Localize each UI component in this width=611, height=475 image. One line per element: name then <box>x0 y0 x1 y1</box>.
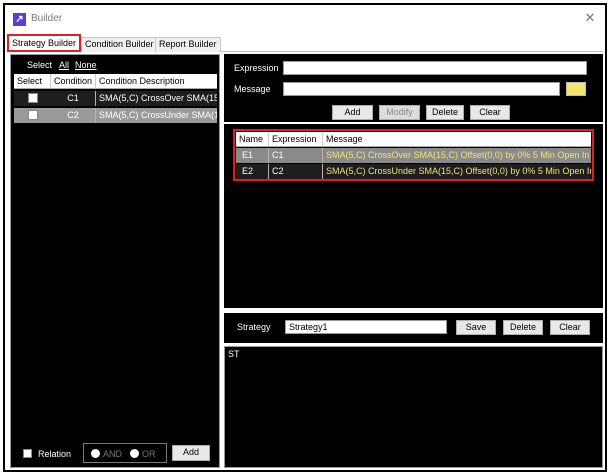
app-logo-icon: ↗ <box>13 13 26 26</box>
condition-description-cell: SMA(5,C) CrossUnder SMA(1... <box>99 110 217 120</box>
table-row[interactable]: C1 SMA(5,C) CrossOver SMA(15... <box>14 91 217 106</box>
relation-checkbox[interactable] <box>23 449 32 458</box>
title-bar: ↗ Builder ✕ <box>5 5 605 32</box>
conditions-panel: Select All None Select Condition Conditi… <box>10 54 220 468</box>
row-checkbox[interactable] <box>28 93 38 103</box>
conditions-grid-header: Select Condition Condition Description <box>14 74 217 89</box>
condition-cell: C1 <box>51 91 96 106</box>
table-row[interactable]: C2 SMA(5,C) CrossUnder SMA(1... <box>14 108 217 123</box>
select-label: Select <box>27 60 53 70</box>
expression-form: Expression Message Add Modify Delete Cle… <box>224 54 603 122</box>
strategy-output-text: ST <box>228 349 240 359</box>
column-header-select[interactable]: Select <box>14 74 51 89</box>
and-label: AND <box>103 449 123 459</box>
strategy-output-area[interactable]: ST <box>224 346 603 468</box>
delete-expression-button[interactable]: Delete <box>426 105 464 120</box>
message-color-swatch[interactable] <box>566 82 586 96</box>
tab-condition-builder[interactable]: Condition Builder <box>81 37 158 52</box>
expressions-grid: Name Expression Message E1 C1 SMA(5,C) C… <box>224 124 603 308</box>
message-label: Message <box>234 84 271 94</box>
row-checkbox[interactable] <box>28 110 38 120</box>
strategy-panel: Expression Message Add Modify Delete Cle… <box>224 54 603 468</box>
window-title: Builder <box>31 13 63 24</box>
builder-window: ↗ Builder ✕ Condition Builder Report Bui… <box>3 3 607 472</box>
expression-input[interactable] <box>283 61 587 75</box>
add-expression-button[interactable]: Add <box>332 105 373 120</box>
add-relation-button[interactable]: Add <box>172 445 210 461</box>
tab-strategy-builder[interactable]: Strategy Builder <box>7 34 82 52</box>
relation-radio-group: AND OR <box>83 443 167 463</box>
and-radio[interactable] <box>91 449 100 458</box>
select-all-link[interactable]: All <box>59 60 69 70</box>
expressions-highlight-frame <box>233 129 594 181</box>
strategy-bar: Strategy Save Delete Clear <box>224 313 603 343</box>
column-header-condition[interactable]: Condition <box>51 74 96 89</box>
condition-cell: C2 <box>51 108 96 123</box>
column-header-condition-description[interactable]: Condition Description <box>96 74 217 89</box>
clear-expression-button[interactable]: Clear <box>470 105 510 120</box>
relation-label: Relation <box>38 449 72 459</box>
tab-report-builder[interactable]: Report Builder <box>155 37 221 52</box>
save-strategy-button[interactable]: Save <box>456 320 496 335</box>
expression-label: Expression <box>234 63 279 73</box>
strategy-name-input[interactable] <box>285 320 447 334</box>
clear-strategy-button[interactable]: Clear <box>550 320 590 335</box>
or-radio[interactable] <box>130 449 139 458</box>
delete-strategy-button[interactable]: Delete <box>503 320 543 335</box>
select-none-link[interactable]: None <box>75 60 97 70</box>
condition-description-cell: SMA(5,C) CrossOver SMA(15... <box>99 93 217 103</box>
tab-strip: Condition Builder Report Builder Strateg… <box>7 34 603 52</box>
close-icon[interactable]: ✕ <box>583 10 597 26</box>
modify-expression-button[interactable]: Modify <box>379 105 420 120</box>
or-label: OR <box>142 449 156 459</box>
strategy-label: Strategy <box>237 322 271 332</box>
message-input[interactable] <box>283 82 560 96</box>
